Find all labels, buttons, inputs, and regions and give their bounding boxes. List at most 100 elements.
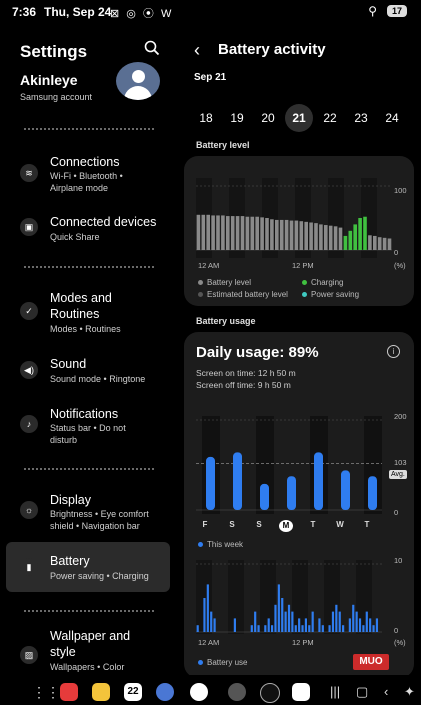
weekday-label[interactable]: F bbox=[198, 520, 212, 529]
day-22[interactable]: 22 bbox=[316, 104, 344, 132]
status-date: Thu, Sep 24 bbox=[44, 5, 112, 19]
settings-item-sub: Sound mode • Ringtone bbox=[50, 374, 146, 384]
muo-watermark-logo: MUO bbox=[353, 654, 389, 670]
hourly-bar bbox=[369, 618, 372, 632]
hourly-bar bbox=[287, 604, 291, 632]
status-time: 7:36 bbox=[12, 5, 37, 19]
legend-charging: Charging bbox=[302, 278, 343, 287]
day-18[interactable]: 18 bbox=[192, 104, 220, 132]
level-bar bbox=[289, 220, 294, 250]
settings-item-notifications[interactable]: ♪ Notifications Status bar • Do not dist… bbox=[6, 406, 170, 448]
avatar[interactable] bbox=[116, 62, 160, 100]
settings-item-connected-devices[interactable]: ▣ Connected devices Quick Share bbox=[6, 214, 170, 244]
battery-activity-pane: ‹ Battery activity Sep 21 18 19 20 21 22 23 24… bbox=[182, 24, 421, 678]
hourly-bar bbox=[301, 625, 304, 632]
profile-name[interactable]: Akinleye bbox=[20, 72, 78, 88]
hourly-bar bbox=[328, 625, 331, 632]
settings-item-battery[interactable]: ▮ Battery Power saving • Charging bbox=[6, 542, 170, 592]
hourly-bar bbox=[331, 611, 335, 632]
level-bar bbox=[230, 216, 235, 250]
settings-item-connections[interactable]: ≋ Connections Wi-Fi • Bluetooth • Airpla… bbox=[6, 154, 170, 194]
level-bar bbox=[270, 219, 274, 250]
level-bar bbox=[275, 219, 279, 250]
weekday-label[interactable]: S bbox=[252, 520, 266, 529]
app-icon-galaxy[interactable] bbox=[156, 683, 174, 701]
divider bbox=[24, 468, 154, 470]
usage-axis-avg: 103 bbox=[394, 458, 407, 467]
avg-badge: Avg. bbox=[389, 470, 407, 479]
weekday-label[interactable]: W bbox=[333, 520, 347, 529]
hourly-bar bbox=[308, 625, 311, 632]
hourly-bar bbox=[338, 611, 341, 632]
level-bar bbox=[324, 225, 328, 250]
search-icon[interactable] bbox=[144, 40, 160, 56]
settings-item-sub: Quick Share bbox=[50, 232, 100, 242]
day-23[interactable]: 23 bbox=[347, 104, 375, 132]
weekday-label[interactable]: M bbox=[279, 520, 293, 532]
month-label: Sep 21 bbox=[194, 72, 227, 83]
daily-usage: Daily usage: 89% bbox=[196, 344, 319, 361]
recents-icon[interactable]: ||| bbox=[330, 684, 340, 699]
app-icon-notes[interactable] bbox=[92, 683, 110, 701]
home-icon[interactable]: ▢ bbox=[356, 684, 368, 700]
hourly-bar bbox=[254, 611, 257, 632]
day-20[interactable]: 20 bbox=[254, 104, 282, 132]
app-icon-pdf[interactable] bbox=[60, 683, 78, 701]
settings-item-sound[interactable]: ◀) Sound Sound mode • Ringtone bbox=[6, 356, 170, 386]
level-bar bbox=[387, 238, 392, 250]
weekday-label[interactable]: T bbox=[360, 520, 374, 529]
battery-status-icon: 17 bbox=[387, 5, 407, 17]
back-arrow-icon[interactable]: ‹ bbox=[194, 40, 200, 61]
settings-item-sub: Status bar • Do not disturb bbox=[50, 423, 126, 445]
hourly-bar bbox=[352, 604, 355, 632]
weekday-label[interactable]: S bbox=[225, 520, 239, 529]
back-nav-icon[interactable]: ‹ bbox=[384, 684, 388, 699]
wifi-status-icon: ⚲ bbox=[368, 4, 377, 18]
hourly-bar bbox=[298, 618, 301, 632]
legend-estimated: Estimated battery level bbox=[198, 290, 288, 299]
level-axis-bottom: 0 bbox=[394, 248, 399, 257]
settings-item-label: Battery bbox=[50, 554, 90, 568]
hourly-bar bbox=[264, 625, 267, 632]
settings-app-icon[interactable] bbox=[228, 683, 246, 701]
legend-this-week: This week bbox=[198, 540, 243, 549]
level-bar bbox=[216, 215, 220, 250]
battery-level-chart bbox=[196, 178, 392, 258]
app-drawer-icon[interactable]: ⋮⋮ bbox=[32, 684, 60, 701]
hourly-bar bbox=[203, 598, 206, 632]
accessibility-icon[interactable]: ✦ bbox=[404, 684, 415, 700]
level-bar bbox=[353, 224, 357, 250]
slack-app-icon[interactable] bbox=[292, 683, 310, 701]
settings-item-wallpaper[interactable]: ▨ Wallpaper and style Wallpapers • Color bbox=[6, 628, 170, 674]
calendar-app-icon[interactable]: 22 bbox=[124, 683, 142, 701]
level-bar bbox=[196, 214, 201, 250]
taskbar: ⋮⋮ 22 ||| ▢ ‹ ✦ bbox=[0, 675, 421, 705]
day-19[interactable]: 19 bbox=[223, 104, 251, 132]
level-bar bbox=[240, 216, 245, 250]
settings-item-sub: Wi-Fi • Bluetooth • Airplane mode bbox=[50, 171, 123, 193]
info-icon[interactable]: i bbox=[387, 345, 400, 358]
chatgpt-app-icon[interactable] bbox=[260, 683, 280, 703]
day-24[interactable]: 24 bbox=[378, 104, 406, 132]
settings-item-modes[interactable]: ✓ Modes and Routines Modes • Routines bbox=[6, 290, 170, 336]
level-bar bbox=[221, 215, 225, 250]
level-bar bbox=[265, 218, 269, 250]
settings-item-display[interactable]: ☼ Display Brightness • Eye comfort shiel… bbox=[6, 492, 170, 534]
level-bar bbox=[309, 222, 313, 250]
hourly-bar bbox=[233, 618, 236, 632]
notification-icons: ⊠ ◎ ⦿ W bbox=[110, 8, 174, 20]
day-21[interactable]: 21 bbox=[285, 104, 313, 132]
level-bar bbox=[211, 215, 215, 250]
level-bar bbox=[279, 219, 284, 250]
camera-app-icon[interactable] bbox=[190, 683, 208, 701]
hourly-bar bbox=[277, 584, 280, 632]
usage-bar bbox=[314, 452, 323, 510]
battery-usage-heading: Battery usage bbox=[196, 316, 256, 326]
hourly-bar bbox=[291, 611, 294, 632]
settings-item-label: Connected devices bbox=[50, 215, 157, 229]
usage-bar bbox=[287, 476, 296, 510]
level-bar bbox=[201, 214, 206, 250]
usage-bar bbox=[368, 476, 377, 510]
hourly-bar bbox=[213, 618, 216, 632]
weekday-label[interactable]: T bbox=[306, 520, 320, 529]
